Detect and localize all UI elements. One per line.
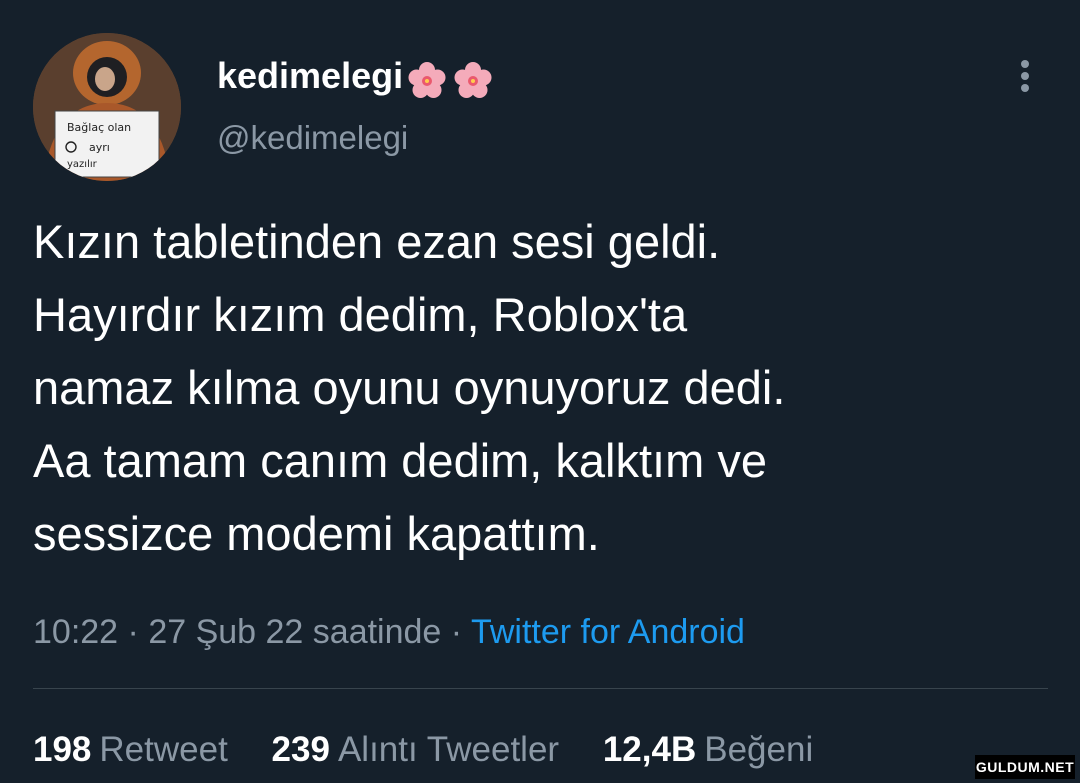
tweet-date[interactable]: 27 Şub 22 saatinde	[148, 613, 441, 651]
retweets-stat[interactable]: 198 Retweet	[33, 728, 228, 772]
likes-label: Beğeni	[704, 730, 814, 769]
likes-stat[interactable]: 12,4B Beğeni	[603, 728, 813, 772]
meta-separator: ·	[118, 613, 149, 651]
tweet-stats: 198 Retweet 239 Alıntı Tweetler 12,4B Beğen…	[33, 728, 847, 772]
more-dot	[1021, 84, 1029, 92]
divider	[33, 688, 1048, 689]
tweet-text: Kızın tabletinden ezan sesi geldi. Hayır…	[33, 205, 1053, 570]
avatar-sign-line-1: Bağlaç olan	[67, 121, 131, 134]
more-dot	[1021, 60, 1029, 68]
tweet-line: namaz kılma oyunu oynuyoruz dedi.	[33, 361, 786, 414]
tweet-line: sessizce modemi kapattım.	[33, 507, 600, 560]
more-options-icon[interactable]	[1006, 56, 1044, 96]
likes-count: 12,4B	[602, 730, 697, 769]
tweet-line: Aa tamam canım dedim, kalktım ve	[33, 434, 767, 487]
display-name-text: kedimelegi	[217, 55, 404, 96]
avatar-sign-line-2: ayrı	[89, 141, 110, 154]
user-handle[interactable]: @kedimelegi	[217, 118, 408, 158]
watermark: GULDUM.NET	[975, 755, 1075, 779]
avatar-image: Bağlaç olan ayrı yazılır	[33, 33, 181, 181]
quotes-count: 239	[271, 730, 330, 769]
tweet-source-link[interactable]: Twitter for Android	[471, 613, 745, 651]
cherry-blossom-icon	[454, 61, 492, 98]
cherry-blossom-icon	[408, 61, 446, 98]
retweets-count: 198	[33, 730, 92, 769]
tweet-line: Hayırdır kızım dedim, Roblox'ta	[33, 288, 688, 341]
meta-separator: ·	[441, 613, 471, 651]
tweet-meta: 10:22 · 27 Şub 22 saatinde · Twitter for…	[33, 610, 745, 654]
more-dot	[1021, 72, 1029, 80]
tweet-line: Kızın tabletinden ezan sesi geldi.	[33, 215, 721, 268]
avatar-sign-line-3: yazılır	[67, 159, 98, 170]
display-name[interactable]: kedimelegi	[217, 54, 499, 101]
quotes-label: Alıntı Tweetler	[337, 730, 560, 769]
retweets-label: Retweet	[99, 730, 228, 769]
tweet-time[interactable]: 10:22	[33, 613, 118, 651]
name-emoji-group	[407, 56, 499, 100]
avatar[interactable]: Bağlaç olan ayrı yazılır	[33, 33, 181, 181]
quote-tweets-stat[interactable]: 239 Alıntı Tweetler	[272, 728, 560, 772]
